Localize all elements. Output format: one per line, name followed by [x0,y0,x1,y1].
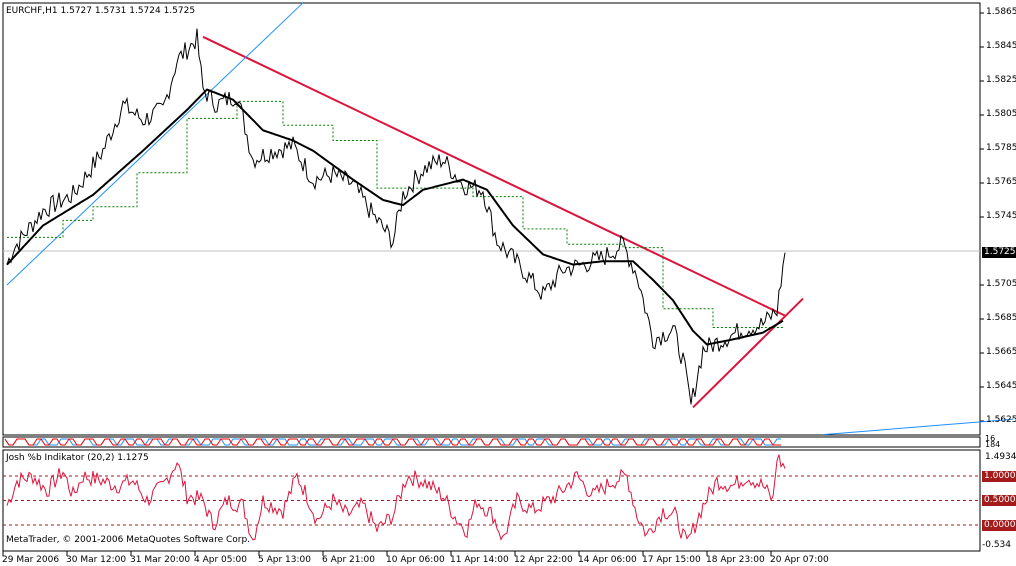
price-tick-label: 1.5705 [986,279,1016,289]
channel-lower-line [822,418,1014,436]
level-0-label: 0.0000 [982,520,1016,531]
middle-axis-bottom: 184 [985,440,1001,449]
price-tick-label: 1.5745 [986,211,1016,221]
price-line [6,28,786,405]
symbol-info: EURCHF,H1 1.5727 1.5731 1.5724 1.5725 [6,6,196,16]
time-tick-label: 31 Mar 20:00 [130,555,191,565]
price-tick-label: 1.5785 [986,143,1016,153]
up-trend-line [692,297,804,409]
indicator-axis-max: 1.4934 [985,452,1016,462]
price-tick-label: 1.5765 [986,177,1016,187]
price-tick-label: 1.5805 [986,109,1016,119]
copyright-text: MetaTrader, © 2001-2006 MetaQuotes Softw… [6,535,251,545]
time-tick-label: 10 Apr 06:00 [386,555,445,565]
price-tick-label: 1.5625 [986,415,1016,425]
time-tick-label: 14 Apr 06:00 [578,555,637,565]
price-tick-label: 1.5665 [986,347,1016,357]
price-tick-label: 1.5645 [986,381,1016,391]
price-tick-label: 1.5685 [986,313,1016,323]
down-trend-line [202,35,786,317]
level-05-label: 0.5000 [982,495,1016,506]
channel-upper-line [6,2,304,286]
time-tick-label: 20 Apr 07:00 [770,555,829,565]
time-tick-label: 4 Apr 05:00 [194,555,247,565]
time-tick-label: 17 Apr 15:00 [642,555,701,565]
time-tick-label: 5 Apr 13:00 [258,555,311,565]
price-tick-label: 1.5825 [986,75,1016,85]
price-tick-label: 1.5845 [986,41,1016,51]
price-chart[interactable] [0,0,1016,566]
indicator-title: Josh %b Indikator (20,2) 1.1275 [6,453,149,463]
percent-b-line [6,454,786,541]
time-tick-label: 11 Apr 14:00 [450,555,509,565]
time-tick-label: 29 Mar 2006 [2,555,60,565]
price-tick-label: 1.5865 [986,7,1016,17]
time-tick-label: 6 Apr 21:00 [322,555,375,565]
level-1-label: 1.0000 [982,471,1016,482]
indicator-axis-min: -0.534 [982,540,1012,550]
current-price-label: 1.5725 [982,247,1016,258]
time-tick-label: 12 Apr 22:00 [514,555,573,565]
time-tick-label: 18 Apr 23:00 [706,555,765,565]
time-tick-label: 30 Mar 12:00 [66,555,127,565]
